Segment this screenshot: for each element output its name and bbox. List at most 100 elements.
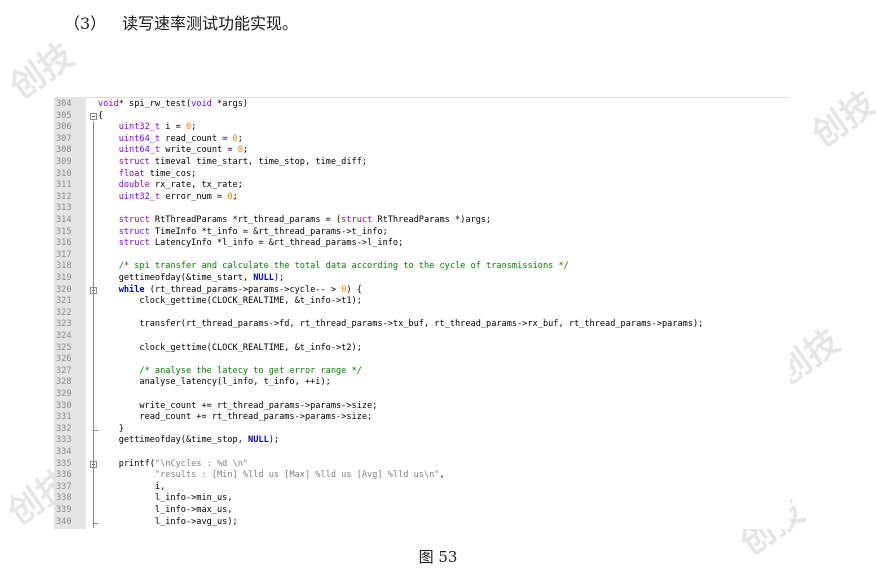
code-line: 316 struct LatencyInfo *l_info = &rt_thr… [54,238,790,250]
line-number: 333 [56,435,72,446]
code-line: 309 struct timeval time_start, time_stop… [54,157,790,169]
line-number: 315 [56,226,72,237]
code-text: transfer(rt_thread_params->fd, rt_thread… [98,319,704,330]
line-number: 322 [56,307,72,318]
code-line: 333 gettimeofday(&time_stop, NULL); [54,435,790,447]
line-number: 332 [56,423,72,434]
line-number: 340 [56,516,72,527]
code-line: 304 void* spi_rw_test(void *args) [54,99,790,111]
code-text: /* analyse the latecy to get error range… [139,365,362,376]
code-line: 310 float time_cos; [54,169,790,181]
line-number: 331 [56,412,72,423]
code-line: 315 struct TimeInfo *t_info = &rt_thread… [54,227,790,239]
watermark: 创技 [804,83,876,156]
figure-caption: 图 53 [418,548,458,566]
code-line: 305 { [54,111,790,123]
section-number: （3） [64,14,107,33]
code-line: 336 "results : [Min] %lld us [Max] %lld … [54,470,790,482]
code-line: 320 while (rt_thread_params->params->cyc… [54,285,790,297]
code-text: struct timeval time_start, time_stop, ti… [118,157,368,167]
code-line: 312 uint32_t error_num = 0; [54,192,790,204]
code-text: float time_cos; [118,168,197,179]
code-text: struct RtThreadParams *rt_thread_params … [118,215,492,225]
line-number: 308 [56,145,72,156]
code-text: uint32_t i = 0; [118,122,197,133]
code-line: 306 uint32_t i = 0; [54,122,790,134]
section-title: 读写速率测试功能实现。 [122,14,299,33]
code-line: 328 analyse_latency(l_info, t_info, ++i)… [54,377,790,389]
code-line: 321 clock_gettime(CLOCK_REALTIME, &t_inf… [54,296,790,308]
code-text: clock_gettime(CLOCK_REALTIME, &t_info->t… [98,342,362,353]
code-text: analyse_latency(l_info, t_info, ++i); [98,377,331,388]
code-text: } [98,423,124,434]
section-heading: （3） 读写速率测试功能实现。 [64,10,298,34]
code-text: struct LatencyInfo *l_info = &rt_thread_… [118,238,404,249]
code-listing: 304 void* spi_rw_test(void *args) 305 {306 … [54,97,790,529]
code-line: 326 [54,354,790,366]
code-text: "results : [Min] %lld us [Max] %lld us [… [154,470,445,481]
code-text: uint64_t read_count = 0; [118,133,243,144]
code-text: uint32_t error_num = 0; [118,191,238,202]
code-line: 335 printf("\nCycles : %d \n" [54,459,790,471]
line-number: 338 [56,493,72,504]
line-number: 310 [56,168,72,179]
code-text: gettimeofday(&time_stop, NULL); [98,435,280,446]
line-number: 339 [56,505,72,515]
fold-toggle-icon[interactable] [90,112,97,120]
code-text: printf("\nCycles : %d \n" [98,458,249,469]
line-number: 304 [56,99,72,109]
code-line: 318 /* spi transfer and calculate the to… [54,261,790,273]
code-line: 337 i, [54,482,790,494]
line-number: 334 [56,447,72,457]
line-number: 330 [56,400,72,411]
line-number: 337 [56,481,72,492]
code-text: { [98,110,104,121]
code-line: 338 l_info->min_us, [54,493,790,505]
code-text: while (rt_thread_params->params->cycle--… [118,284,362,295]
line-number: 313 [56,203,72,214]
code-line: 308 uint64_t write_count = 0; [54,145,790,157]
code-line: 317 [54,250,790,262]
code-line: 334 [54,447,790,459]
line-number: 317 [56,249,72,260]
code-line: 327 /* analyse the latecy to get error r… [54,366,790,378]
code-text: read_count += rt_thread_params->params->… [98,412,373,423]
code-text: l_info->min_us, [98,493,233,504]
line-number: 335 [56,458,72,469]
code-text: struct TimeInfo *t_info = &rt_thread_par… [118,226,388,237]
code-text: clock_gettime(CLOCK_REALTIME, &t_info->t… [98,296,362,307]
code-text: /* spi transfer and calculate the total … [118,261,569,272]
code-text: void* spi_rw_test(void *args) [98,99,249,109]
code-line: 324 [54,331,790,343]
code-line: 329 [54,389,790,401]
line-number: 319 [56,273,72,283]
code-line: 311 double rx_rate, tx_rate; [54,180,790,192]
code-line: 323 transfer(rt_thread_params->fd, rt_th… [54,319,790,331]
line-number: 320 [56,284,72,295]
line-number: 312 [56,191,72,202]
line-number: 327 [56,365,72,376]
line-number: 326 [56,354,72,365]
line-number: 321 [56,296,72,307]
line-number: 309 [56,157,72,167]
line-number: 314 [56,215,72,225]
code-line: 331 read_count += rt_thread_params->para… [54,412,790,424]
line-number: 316 [56,238,72,249]
line-number: 305 [56,110,72,121]
code-text: gettimeofday(&time_start, NULL); [98,273,285,283]
code-text: i, [98,481,166,492]
line-number: 329 [56,389,72,399]
code-line: 325 clock_gettime(CLOCK_REALTIME, &t_inf… [54,343,790,355]
fold-guide [93,120,94,529]
code-text: l_info->avg_us); [98,516,238,527]
code-line: 322 [54,308,790,320]
code-line: 340 l_info->avg_us); [54,517,790,529]
line-number: 336 [56,470,72,481]
code-line: 313 [54,203,790,215]
line-number: 306 [56,122,72,133]
line-number: 323 [56,319,72,330]
line-number: 325 [56,342,72,353]
code-line: 314 struct RtThreadParams *rt_thread_par… [54,215,790,227]
code-text: write_count += rt_thread_params->params-… [98,400,378,411]
line-number: 307 [56,133,72,144]
